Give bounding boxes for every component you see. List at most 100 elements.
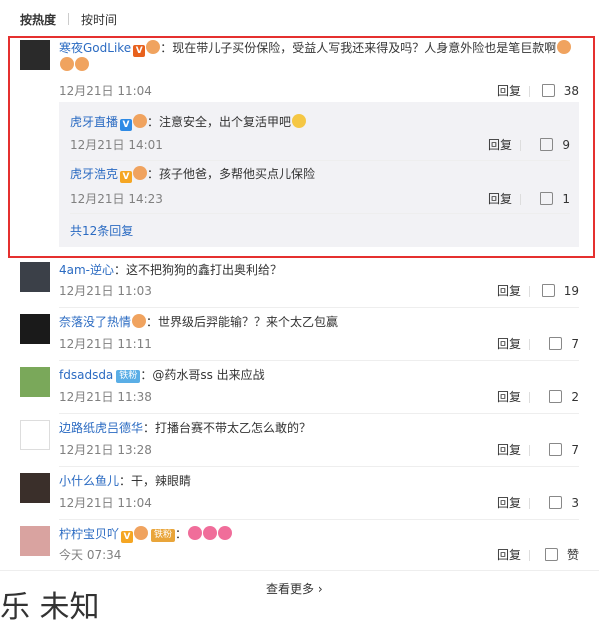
- reply-button[interactable]: 回复: [497, 441, 521, 459]
- fan-emoji-icon: [132, 314, 147, 328]
- avatar[interactable]: [20, 367, 50, 397]
- username[interactable]: fdsadsda: [59, 368, 113, 382]
- reply-button[interactable]: 回复: [497, 388, 521, 406]
- doge-emoji-icon: [557, 40, 572, 54]
- username[interactable]: 柠柠宝贝吖: [59, 527, 119, 541]
- like-button[interactable]: 7: [539, 335, 579, 353]
- see-more-link[interactable]: 查看更多 ›: [266, 580, 323, 597]
- comment-text: 小什么鱼儿：干，辣眼睛: [59, 473, 579, 490]
- fan-badge: 铁粉: [116, 370, 141, 383]
- fan-emoji-icon: [134, 526, 149, 540]
- sort-by-hot[interactable]: 按热度: [20, 11, 56, 28]
- timestamp: 12月21日 11:04: [59, 84, 152, 98]
- heart-emoji-icon: [218, 526, 233, 540]
- divider: [529, 339, 530, 350]
- reply-button[interactable]: 回复: [497, 282, 521, 300]
- like-button[interactable]: 2: [539, 388, 579, 406]
- heart-emoji-icon: [203, 526, 218, 540]
- reply-button[interactable]: 回复: [497, 546, 521, 564]
- verified-v-icon: V: [120, 119, 133, 131]
- username[interactable]: 虎牙直播: [70, 115, 118, 129]
- heart-emoji-icon: [188, 526, 203, 540]
- reply-button[interactable]: 回复: [497, 335, 521, 353]
- partial-heading-text: 乐 未知: [0, 590, 100, 625]
- comment-meta: 12月21日 14:23 回复 1: [70, 190, 570, 208]
- verified-v-icon: V: [121, 531, 134, 543]
- avatar[interactable]: [20, 526, 50, 556]
- divider: [529, 550, 530, 561]
- like-count: 2: [571, 390, 579, 404]
- avatar[interactable]: [20, 473, 50, 503]
- thumb-up-icon: [541, 84, 555, 97]
- comment-text: 奈落没了热情 ：世界级后羿能输？？来个太乙包赢: [59, 314, 579, 331]
- comment-meta: 12月21日 14:01 回复 9: [70, 136, 570, 154]
- like-button[interactable]: 19: [539, 282, 579, 300]
- like-count: 9: [562, 138, 570, 152]
- like-button[interactable]: 赞: [539, 546, 579, 564]
- divider: [68, 13, 70, 25]
- divider: [529, 286, 530, 297]
- comment-body: ：注意安全，出个复活甲吧: [147, 115, 292, 129]
- divider: [70, 160, 570, 161]
- thumb-up-icon: [540, 192, 554, 205]
- comment-meta: 今天 07:34 回复 赞: [59, 546, 579, 564]
- comment-text: 虎牙直播 V ：注意安全，出个复活甲吧: [70, 114, 570, 131]
- username[interactable]: 小什么鱼儿: [59, 474, 119, 488]
- comment-meta: 12月21日 11:38 回复 2: [59, 388, 579, 406]
- comment-body: ：: [175, 527, 188, 541]
- like-count: 7: [571, 443, 579, 457]
- reply-button[interactable]: 回复: [488, 136, 512, 154]
- like-button[interactable]: 9: [530, 136, 570, 154]
- comment-body: ：打播台赛不带太乙怎么敢的？: [143, 421, 312, 435]
- timestamp: 12月21日 14:23: [70, 192, 163, 206]
- timestamp: 12月21日 14:01: [70, 138, 163, 152]
- comment-body: ：这不把狗狗的鑫打出奥利给？: [114, 263, 283, 277]
- reply-button[interactable]: 回复: [497, 82, 521, 100]
- verified-v-icon: V: [133, 45, 146, 57]
- comment-meta: 12月21日 11:04 回复 38: [59, 82, 579, 100]
- timestamp: 今天 07:34: [59, 548, 122, 562]
- like-count: 19: [563, 284, 579, 298]
- thumb-up-icon: [544, 548, 558, 561]
- comment-meta: 12月21日 11:11 回复 7: [59, 335, 579, 353]
- thumb-up-icon: [549, 337, 563, 350]
- avatar[interactable]: [20, 420, 50, 450]
- comment-body: ：世界级后羿能输？？来个太乙包赢: [146, 315, 339, 329]
- reply-button[interactable]: 回复: [488, 190, 512, 208]
- divider: [529, 445, 530, 456]
- more-replies-link[interactable]: 共12条回复: [70, 222, 133, 239]
- like-button[interactable]: 1: [530, 190, 570, 208]
- divider: [59, 307, 579, 308]
- avatar[interactable]: [20, 314, 50, 344]
- username[interactable]: 寒夜GodLike: [59, 41, 131, 55]
- comment-body: ：现在带儿子买份保险，受益人写我还来得及吗？人身意外险也是笔巨款啊: [160, 41, 557, 55]
- comment-body: ：@药水哥ss 出来应战: [140, 368, 265, 382]
- username[interactable]: 边路纸虎吕德华: [59, 421, 143, 435]
- reply-thread: 虎牙直播 V ：注意安全，出个复活甲吧 12月21日 14:01 回复 9 虎牙浩克…: [59, 102, 579, 247]
- sort-by-time[interactable]: 按时间: [81, 11, 117, 28]
- comment-text: 虎牙浩克 V ：孩子他爸，多帮他买点儿保险: [70, 166, 570, 183]
- comment-text: 柠柠宝贝吖 V 铁粉：: [59, 526, 579, 543]
- like-button[interactable]: 7: [539, 441, 579, 459]
- thumb-up-icon: [549, 390, 563, 403]
- comment-body: ：干，辣眼睛: [119, 474, 192, 488]
- username[interactable]: 虎牙浩克: [70, 167, 118, 181]
- thumb-up-icon: [549, 443, 563, 456]
- doge-emoji-icon: [75, 57, 89, 71]
- like-button[interactable]: 38: [539, 82, 579, 100]
- reply-button[interactable]: 回复: [497, 494, 521, 512]
- doge-emoji-icon: [60, 57, 74, 71]
- timestamp: 12月21日 13:28: [59, 443, 152, 457]
- like-button[interactable]: 3: [539, 494, 579, 512]
- avatar[interactable]: [20, 262, 50, 292]
- fan-emoji-icon: [146, 40, 161, 54]
- fan-emoji-icon: [133, 166, 148, 180]
- username[interactable]: 4am-逆心: [59, 263, 114, 277]
- avatar[interactable]: [20, 40, 50, 70]
- comment-meta: 12月21日 13:28 回复 7: [59, 441, 579, 459]
- username[interactable]: 奈落没了热情: [59, 315, 131, 329]
- timestamp: 12月21日 11:04: [59, 496, 152, 510]
- divider: [59, 519, 579, 520]
- divider: [529, 498, 530, 509]
- like-count: 3: [571, 496, 579, 510]
